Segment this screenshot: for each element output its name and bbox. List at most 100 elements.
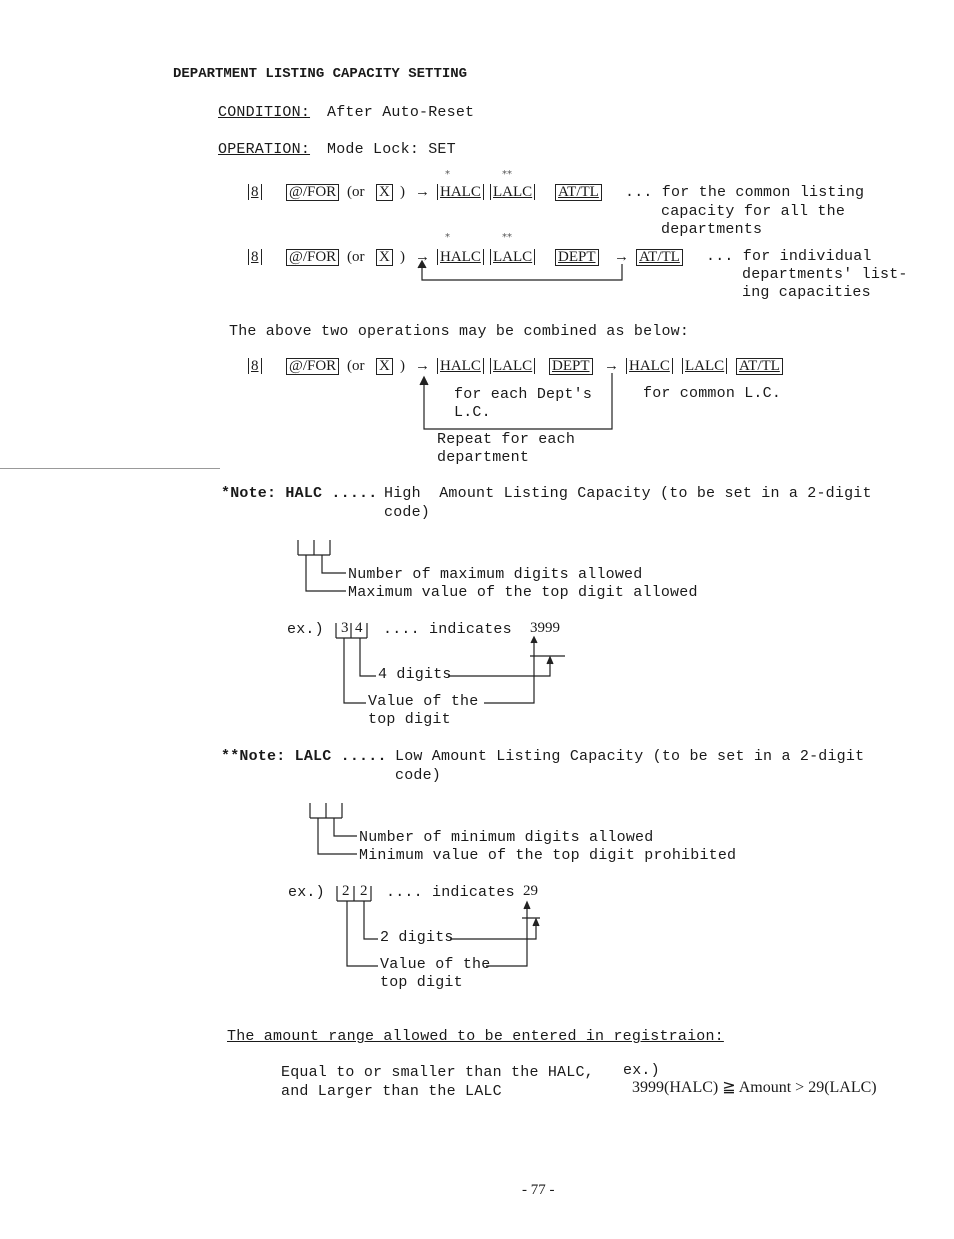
note-lalc-heading: **Note: LALC ..... [221, 748, 387, 766]
key-x: X [376, 249, 393, 266]
op1-desc-line1: ... for the common listing [625, 184, 865, 201]
digits-label: 4 digits [378, 666, 452, 683]
key-halc: HALC [437, 249, 484, 265]
note-text-line2: code) [384, 504, 431, 521]
close-paren: ) [400, 184, 405, 200]
key-8: 8 [248, 358, 262, 374]
value-label-line1: Value of the [368, 693, 479, 710]
op1-desc-line3: departments [661, 221, 763, 238]
common-note: for common L.C. [643, 385, 782, 402]
or-text: (or [347, 358, 365, 374]
single-asterisk: * [445, 169, 450, 180]
key-dept: DEPT [549, 358, 593, 375]
range-example: 3999(HALC) ≧ Amount > 29(LALC) [632, 1079, 877, 1096]
note-prefix: **Note: [221, 748, 286, 765]
key-halc: HALC [437, 358, 484, 374]
key-8: 8 [248, 249, 262, 265]
close-paren: ) [400, 358, 405, 374]
example-digit-2: 4 [355, 620, 363, 636]
or-text: (or [347, 184, 365, 200]
halc-arrow-up-2 [546, 655, 554, 665]
example-digit-1: 3 [341, 620, 349, 636]
legend-line2: Minimum value of the top digit prohibite… [359, 847, 737, 864]
condition-label: CONDITION: [218, 104, 311, 121]
halc-bracket [297, 540, 331, 556]
key-lalc: LALC [682, 358, 728, 374]
halc-value-to-result [484, 638, 535, 704]
lalc-legend-arrow-1 [333, 818, 357, 837]
note-prefix: *Note: [221, 485, 277, 502]
lalc-arrow-up-2 [532, 917, 540, 927]
page-number: - 77 - [522, 1182, 555, 1198]
double-asterisk: ** [502, 232, 512, 243]
note-halc-heading: *Note: HALC ..... [221, 485, 377, 503]
operation-label: OPERATION: [218, 141, 311, 158]
lalc-digits-to-result [450, 920, 537, 940]
page-title: DEPARTMENT LISTING CAPACITY SETTING [173, 66, 468, 82]
loop-note-line1: for each Dept's [454, 386, 593, 403]
halc-legend-arrow-1 [321, 555, 346, 574]
lalc-arrow-up-1 [523, 900, 531, 910]
key-lalc: LALC [490, 358, 536, 374]
example-indicates: .... indicates [386, 884, 515, 901]
note-text-line1: Low Amount Listing Capacity (to be set i… [395, 748, 865, 765]
arrow-icon: → [415, 358, 430, 374]
note-term: HALC ..... [285, 485, 378, 502]
or-text: (or [347, 249, 365, 265]
loop-note-line2: L.C. [454, 404, 491, 421]
op2-desc-line1: ... for individual [706, 248, 872, 265]
note-text-line2: code) [395, 767, 442, 784]
key-at-for: @/FOR [286, 358, 340, 375]
combined-loop-arrowhead [419, 375, 429, 386]
example-digit-1: 2 [342, 883, 350, 899]
example-label: ex.) [287, 621, 324, 638]
condition-value: After Auto-Reset [327, 104, 475, 121]
key-halc: HALC [626, 358, 673, 374]
key-8: 8 [248, 184, 262, 200]
lalc-bracket [309, 803, 343, 819]
halc-digits-connector [359, 638, 376, 677]
op2-desc-line3: ing capacities [742, 284, 871, 301]
legend-line1: Number of maximum digits allowed [348, 566, 643, 583]
range-heading: The amount range allowed to be entered i… [227, 1028, 724, 1045]
key-at-for: @/FOR [286, 184, 340, 201]
arrow-icon: → [415, 184, 430, 200]
note-text-line1: High Amount Listing Capacity (to be set … [384, 485, 872, 502]
halc-digits-to-result [448, 658, 551, 677]
lalc-digits-connector [363, 901, 378, 940]
arrow-icon: → [415, 249, 430, 265]
operation-value: Mode Lock: SET [327, 141, 456, 158]
key-at-tl: AT/TL [636, 249, 683, 266]
value-label-line1: Value of the [380, 956, 491, 973]
key-at-tl: AT/TL [736, 358, 783, 375]
example-result: 29 [523, 883, 538, 899]
key-x: X [376, 184, 393, 201]
lalc-value-connector [346, 901, 378, 967]
key-halc: HALC [437, 184, 484, 200]
op1-desc-line2: capacity for all the [661, 203, 846, 220]
example-digit-2: 2 [360, 883, 368, 899]
example-label: ex.) [288, 884, 325, 901]
range-rule-line1: Equal to or smaller than the HALC, [281, 1064, 594, 1081]
range-rule-line2: and Larger than the LALC [281, 1083, 502, 1100]
arrow-icon: → [614, 249, 629, 265]
scan-artifact-line [0, 468, 220, 469]
halc-value-connector [343, 638, 366, 704]
key-dept: DEPT [555, 249, 599, 266]
legend-line2: Maximum value of the top digit allowed [348, 584, 698, 601]
close-paren: ) [400, 249, 405, 265]
key-x: X [376, 358, 393, 375]
halc-legend-arrow-2 [305, 555, 346, 592]
key-at-tl: AT/TL [555, 184, 602, 201]
value-label-line2: top digit [368, 711, 451, 728]
repeat-note-line2: department [437, 449, 530, 466]
lalc-value-to-result [486, 903, 528, 967]
combined-intro: The above two operations may be combined… [229, 323, 690, 340]
note-term: LALC ..... [294, 748, 387, 765]
lalc-legend-arrow-2 [317, 818, 357, 855]
legend-line1: Number of minimum digits allowed [359, 829, 654, 846]
example-indicates: .... indicates [383, 621, 512, 638]
halc-arrow-up-1 [530, 635, 538, 644]
double-asterisk: ** [502, 169, 512, 180]
value-label-line2: top digit [380, 974, 463, 991]
